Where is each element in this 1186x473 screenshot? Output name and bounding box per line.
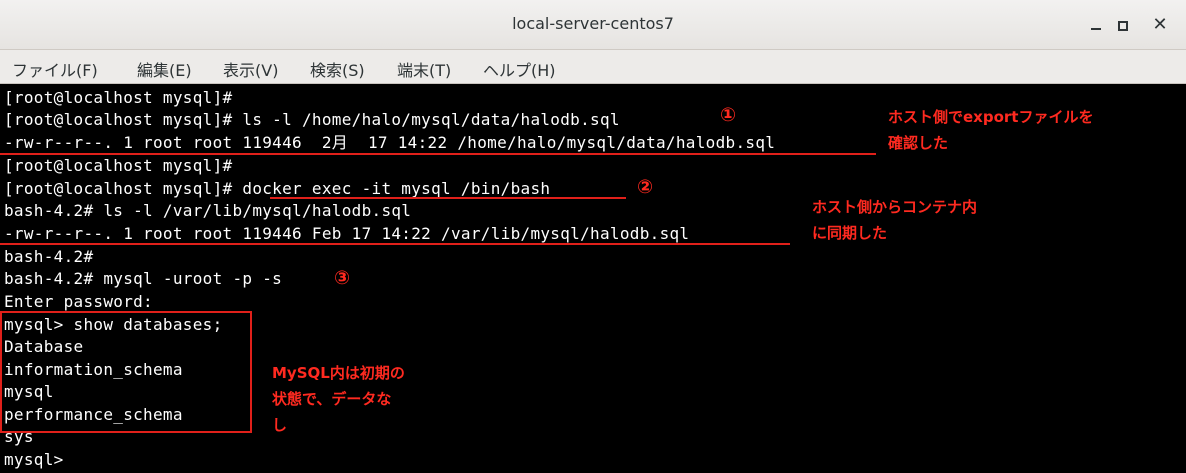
- terminal-line: bash-4.2# mysql -uroot -p -s: [4, 269, 283, 288]
- terminal-line: mysql>: [4, 450, 64, 469]
- note-mysql-initial: MySQL内は初期の 状態で、データな し: [272, 360, 405, 438]
- maximize-icon: [1118, 21, 1128, 31]
- minimize-button[interactable]: [1084, 13, 1108, 37]
- menu-terminal[interactable]: 端末(T): [397, 57, 451, 81]
- menu-help[interactable]: ヘルプ(H): [483, 57, 556, 81]
- highlight-box-databases: [0, 311, 252, 433]
- terminal-line: -rw-r--r--. 1 root root 119446 2月 17 14:…: [4, 133, 776, 152]
- menu-view[interactable]: 表示(V): [223, 57, 278, 81]
- marker-3: ③: [334, 267, 351, 289]
- menu-edit[interactable]: 編集(E): [137, 57, 192, 81]
- terminal-line: [root@localhost mysql]#: [4, 156, 233, 175]
- terminal-line: -rw-r--r--. 1 root root 119446 Feb 17 14…: [4, 224, 690, 243]
- marker-1: ①: [720, 104, 737, 126]
- close-icon: ✕: [1152, 14, 1168, 35]
- note-sync-container: ホスト側からコンテナ内 に同期した: [812, 194, 977, 246]
- note-sync-container-line2: に同期した: [812, 224, 888, 242]
- menu-file[interactable]: ファイル(F): [12, 57, 98, 81]
- menubar: ファイル(F) 編集(E) 表示(V) 検索(S) 端末(T) ヘルプ(H): [0, 50, 1186, 84]
- note-host-export-line2: 確認した: [888, 134, 949, 152]
- note-mysql-initial-line1: MySQL内は初期の: [272, 364, 405, 382]
- note-mysql-initial-line2: 状態で、データな: [272, 390, 392, 408]
- window-title: local-server-centos7: [512, 14, 674, 33]
- terminal-line: Enter password:: [4, 292, 153, 311]
- menu-search[interactable]: 検索(S): [310, 57, 365, 81]
- highlight-underline-docker-exec: [270, 197, 626, 199]
- terminal-line: bash-4.2# ls -l /var/lib/mysql/halodb.sq…: [4, 201, 412, 220]
- terminal-line: [root@localhost mysql]# ls -l /home/halo…: [4, 110, 620, 129]
- window-titlebar[interactable]: local-server-centos7 ✕: [0, 0, 1186, 50]
- terminal-line: [root@localhost mysql]#: [4, 88, 233, 107]
- terminal-area[interactable]: [root@localhost mysql]# [root@localhost …: [0, 84, 1186, 473]
- terminal-line: bash-4.2#: [4, 247, 94, 266]
- note-host-export-line1: ホスト側でexportファイルを: [888, 108, 1094, 126]
- marker-2: ②: [637, 176, 654, 198]
- note-host-export: ホスト側でexportファイルを 確認した: [888, 104, 1093, 156]
- note-sync-container-line1: ホスト側からコンテナ内: [812, 198, 978, 216]
- maximize-button[interactable]: [1110, 13, 1134, 37]
- minimize-icon: [1091, 28, 1101, 30]
- note-mysql-initial-line3: し: [272, 416, 288, 434]
- highlight-underline-container-file: [0, 243, 790, 245]
- close-button[interactable]: ✕: [1148, 13, 1172, 37]
- highlight-underline-host-file: [0, 153, 876, 155]
